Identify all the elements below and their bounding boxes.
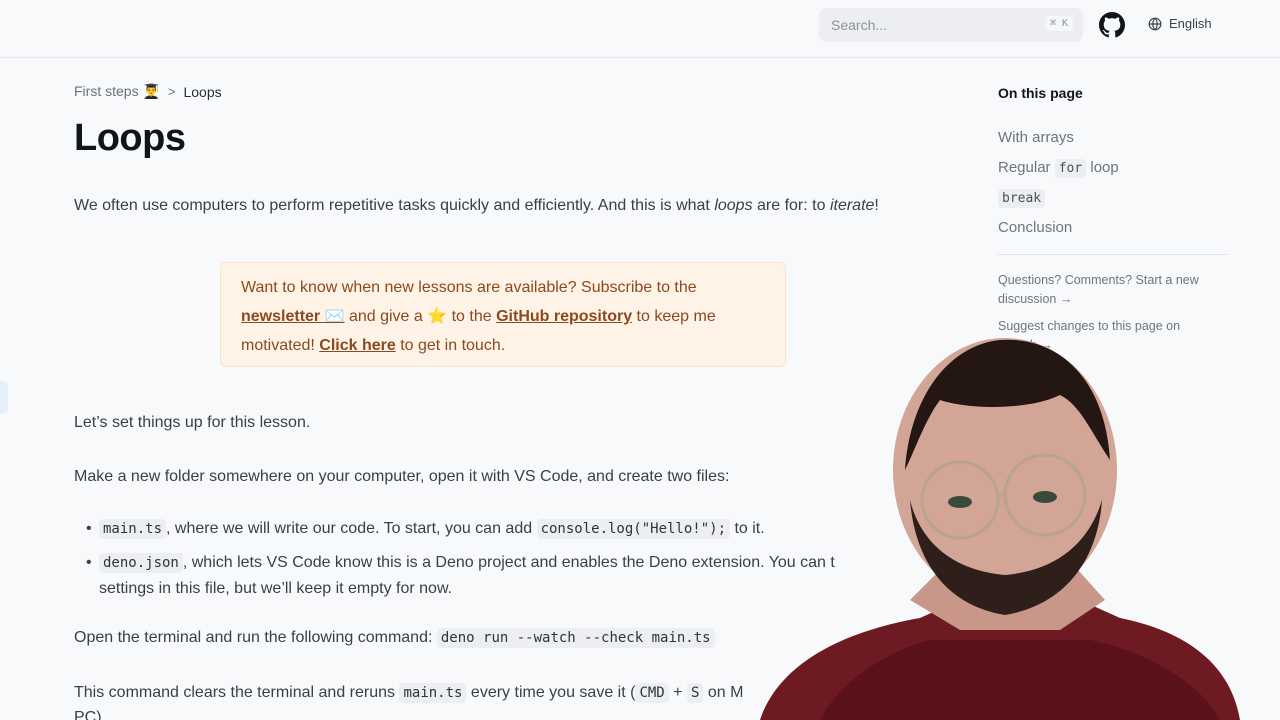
search-input[interactable]: Search... ⌘ K <box>819 8 1083 42</box>
toc-item-break[interactable]: break <box>998 189 1046 208</box>
page-title: Loops <box>74 117 186 159</box>
presenter-webcam-overlay <box>760 338 1240 720</box>
rerun-paragraph-line2: PC). <box>74 709 106 720</box>
language-label: English <box>1169 16 1212 31</box>
breadcrumb-first-steps[interactable]: First steps 👨‍🎓 <box>74 83 160 100</box>
breadcrumb-loops: Loops <box>183 83 222 100</box>
toc-item-conclusion[interactable]: Conclusion <box>998 219 1072 236</box>
chevron-right-icon: > <box>167 84 176 99</box>
newsletter-callout: Want to know when new lessons are availa… <box>220 262 786 367</box>
search-shortcut: ⌘ K <box>1044 16 1073 31</box>
toc-title: On this page <box>998 85 1083 101</box>
sidebar-edge-indicator <box>0 381 8 413</box>
breadcrumb: First steps 👨‍🎓 > Loops <box>74 83 222 100</box>
top-bar: Search... ⌘ K English <box>0 0 1280 58</box>
globe-icon <box>1148 17 1162 30</box>
language-selector[interactable]: English <box>1148 16 1212 31</box>
terminal-paragraph: Open the terminal and run the following … <box>74 626 715 650</box>
search-placeholder: Search... <box>831 17 888 33</box>
github-icon[interactable] <box>1099 12 1125 38</box>
table-of-contents: On this page With arrays Regular for loo… <box>998 85 1228 352</box>
toc-item-regular-for-loop[interactable]: Regular for loop <box>998 159 1119 178</box>
toc-divider <box>998 254 1228 255</box>
rerun-paragraph: This command clears the terminal and rer… <box>74 683 744 703</box>
click-here-link[interactable]: Click here <box>319 337 395 354</box>
github-repository-link[interactable]: GitHub repository <box>496 308 632 325</box>
newsletter-link[interactable]: newsletter ✉️ <box>241 308 345 325</box>
folder-paragraph: Make a new folder somewhere on your comp… <box>74 468 730 485</box>
intro-paragraph: We often use computers to perform repeti… <box>74 197 879 214</box>
setup-paragraph: Let’s set things up for this lesson. <box>74 414 311 431</box>
toc-item-with-arrays[interactable]: With arrays <box>998 129 1074 146</box>
